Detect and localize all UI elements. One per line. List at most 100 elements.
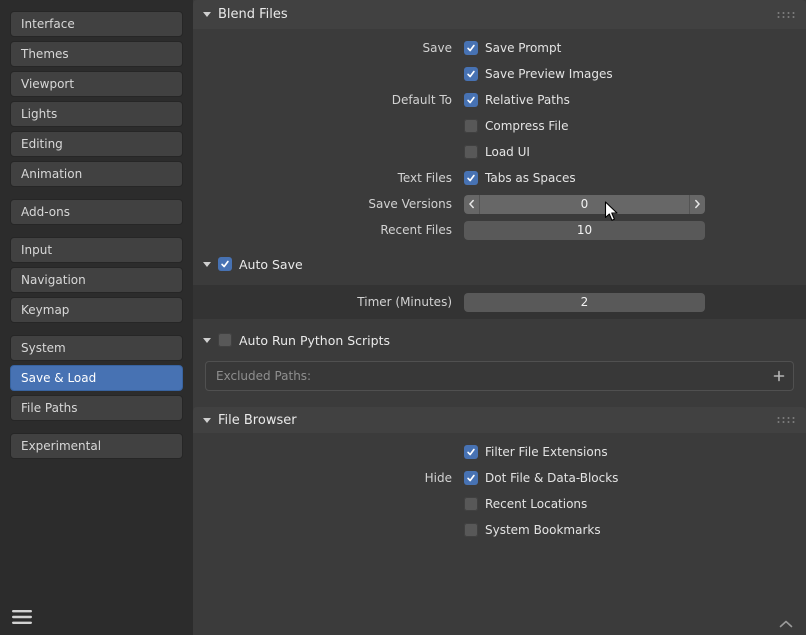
sidebar-item-system[interactable]: System — [10, 335, 183, 361]
row-label: Recent Files — [380, 223, 452, 237]
timer-minutes-value: 2 — [580, 295, 589, 309]
checkbox-recent-locations[interactable] — [464, 497, 478, 511]
sidebar-item-keymap[interactable]: Keymap — [10, 297, 183, 323]
checkbox-auto-save[interactable] — [218, 257, 232, 271]
excluded-paths-input[interactable] — [205, 361, 794, 391]
checkmark-icon — [467, 474, 475, 482]
scroll-up-icon[interactable] — [779, 620, 793, 628]
timer-minutes-field[interactable]: 2 — [464, 292, 705, 312]
checkbox-label: Load UI — [485, 145, 530, 159]
checkbox-filter-file-extensions[interactable] — [464, 445, 478, 459]
disclosure-triangle-icon — [203, 417, 211, 423]
blender-preferences-window: Interface Themes Viewport Lights Editing… — [0, 0, 806, 635]
sidebar-item-navigation[interactable]: Navigation — [10, 267, 183, 293]
checkbox-label: Save Prompt — [485, 41, 562, 55]
excluded-paths-row — [205, 361, 794, 391]
increment-arrow-icon[interactable] — [689, 194, 705, 214]
panel-file-browser: File Browser Filter File Extensions Hide… — [193, 407, 806, 543]
checkbox-label: Save Preview Images — [485, 67, 613, 81]
sidebar-item-file-paths[interactable]: File Paths — [10, 395, 183, 421]
recent-files-field[interactable]: 10 — [464, 220, 705, 240]
row-label: Save — [422, 41, 452, 55]
disclosure-triangle-icon — [203, 12, 211, 17]
subpanel-header-auto-save[interactable]: Auto Save — [193, 251, 806, 277]
auto-save-body: Timer (Minutes) 2 — [193, 285, 806, 319]
sidebar-item-input[interactable]: Input — [10, 237, 183, 263]
add-excluded-path-button[interactable] — [773, 370, 785, 382]
checkbox-dot-file-datablocks[interactable] — [464, 471, 478, 485]
sidebar-item-viewport[interactable]: Viewport — [10, 71, 183, 97]
pref-row-timer-minutes: Timer (Minutes) 2 — [193, 285, 806, 319]
panel-title: Blend Files — [218, 7, 288, 22]
pref-row-save-preview-images: Save Preview Images — [193, 61, 806, 87]
file-browser-body: Filter File Extensions Hide Dot File & D… — [193, 433, 806, 543]
row-label: Timer (Minutes) — [357, 295, 452, 309]
disclosure-triangle-icon — [203, 261, 211, 267]
sidebar-item-interface[interactable]: Interface — [10, 11, 183, 37]
sidebar-group-addons: Add-ons — [0, 199, 193, 225]
checkbox-tabs-as-spaces[interactable] — [464, 171, 478, 185]
blend-files-body: Save Save Prompt Save Preview Images Def… — [193, 29, 806, 243]
checkbox-label: Recent Locations — [485, 497, 588, 511]
subpanel-header-auto-run-python[interactable]: Auto Run Python Scripts — [193, 327, 806, 353]
panel-grip-icon[interactable] — [776, 416, 796, 424]
checkbox-label: System Bookmarks — [485, 523, 601, 537]
pref-row-system-bookmarks: System Bookmarks — [193, 517, 806, 543]
checkmark-icon — [221, 260, 229, 268]
mouse-cursor — [604, 201, 620, 226]
checkbox-save-preview-images[interactable] — [464, 67, 478, 81]
checkmark-icon — [467, 174, 475, 182]
subpanel-title: Auto Run Python Scripts — [239, 332, 391, 348]
pref-row-recent-locations: Recent Locations — [193, 491, 806, 517]
checkbox-label: Compress File — [485, 119, 569, 133]
recent-files-value: 10 — [576, 223, 593, 237]
checkbox-compress-file[interactable] — [464, 119, 478, 133]
row-label: Hide — [424, 471, 452, 485]
sidebar-group-experimental: Experimental — [0, 433, 193, 459]
pref-row-dot-file-datablocks: Hide Dot File & Data-Blocks — [193, 465, 806, 491]
disclosure-triangle-icon — [203, 337, 211, 343]
pref-row-filter-file-extensions: Filter File Extensions — [193, 439, 806, 465]
sidebar-item-animation[interactable]: Animation — [10, 161, 183, 187]
row-label: Default To — [391, 93, 452, 107]
save-versions-field[interactable]: 0 — [464, 194, 705, 214]
checkbox-label: Relative Paths — [485, 93, 570, 107]
preferences-content: Blend Files Save Save Prompt Save Previe… — [193, 0, 806, 635]
sidebar-item-editing[interactable]: Editing — [10, 131, 183, 157]
decrement-arrow-icon[interactable] — [464, 194, 480, 214]
sidebar-item-addons[interactable]: Add-ons — [10, 199, 183, 225]
pref-row-save-prompt: Save Save Prompt — [193, 35, 806, 61]
checkbox-save-prompt[interactable] — [464, 41, 478, 55]
checkmark-icon — [467, 70, 475, 78]
panel-grip-icon[interactable] — [776, 11, 796, 19]
preferences-sidebar: Interface Themes Viewport Lights Editing… — [0, 0, 193, 635]
sidebar-group-system: System Save & Load File Paths — [0, 335, 193, 421]
sidebar-item-lights[interactable]: Lights — [10, 101, 183, 127]
save-versions-value: 0 — [580, 197, 589, 211]
editor-menu-button[interactable] — [10, 608, 34, 626]
sidebar-item-save-and-load[interactable]: Save & Load — [10, 365, 183, 391]
pref-row-tabs-as-spaces: Text Files Tabs as Spaces — [193, 165, 806, 191]
checkbox-load-ui[interactable] — [464, 145, 478, 159]
sidebar-item-experimental[interactable]: Experimental — [10, 433, 183, 459]
plus-icon — [773, 370, 785, 382]
panel-blend-files: Blend Files Save Save Prompt Save Previe… — [193, 0, 806, 391]
checkbox-system-bookmarks[interactable] — [464, 523, 478, 537]
checkmark-icon — [467, 96, 475, 104]
panel-header-file-browser[interactable]: File Browser — [193, 407, 806, 433]
sidebar-item-themes[interactable]: Themes — [10, 41, 183, 67]
row-label: Text Files — [397, 171, 452, 185]
checkmark-icon — [467, 448, 475, 456]
checkbox-auto-run-python[interactable] — [218, 333, 232, 347]
checkbox-label: Tabs as Spaces — [485, 171, 576, 185]
checkmark-icon — [467, 44, 475, 52]
pref-row-compress-file: Compress File — [193, 113, 806, 139]
checkbox-relative-paths[interactable] — [464, 93, 478, 107]
pref-row-load-ui: Load UI — [193, 139, 806, 165]
panel-header-blend-files[interactable]: Blend Files — [193, 0, 806, 29]
pref-row-relative-paths: Default To Relative Paths — [193, 87, 806, 113]
sidebar-group-general: Interface Themes Viewport Lights Editing… — [0, 11, 193, 187]
panel-title: File Browser — [218, 412, 297, 428]
subpanel-title: Auto Save — [239, 256, 303, 272]
sidebar-group-input: Input Navigation Keymap — [0, 237, 193, 323]
